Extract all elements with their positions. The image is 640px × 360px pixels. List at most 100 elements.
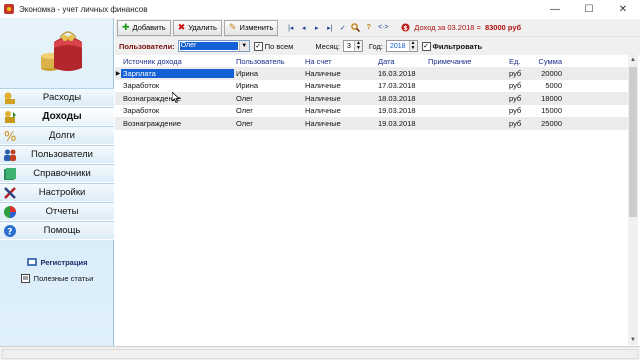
- help-icon: ?: [4, 225, 16, 238]
- year-spin-icon[interactable]: ▲ ▼: [408, 41, 417, 51]
- cell-sum[interactable]: 15000: [531, 106, 564, 115]
- add-button-label: Добавить: [132, 23, 166, 32]
- filter-checkbox[interactable]: ✓: [421, 41, 431, 51]
- magnifier-icon: [351, 23, 361, 32]
- sidebar-item-label: Помощь: [43, 225, 81, 236]
- column-header-unit[interactable]: Ед.: [507, 57, 531, 66]
- column-header-date[interactable]: Дата: [376, 57, 426, 66]
- cell-date[interactable]: 18.03.2018: [376, 94, 426, 103]
- sidebar-item-expenses[interactable]: Расходы: [0, 88, 114, 107]
- maximize-button[interactable]: ☐: [572, 0, 606, 18]
- cell-source[interactable]: Заработок: [121, 81, 234, 90]
- search-icon[interactable]: [349, 20, 362, 36]
- minimize-button[interactable]: —: [538, 0, 572, 18]
- articles-icon: [20, 273, 30, 283]
- table-row[interactable]: ▶ Зарплата Ирина Наличные 16.03.2018 руб…: [115, 67, 628, 80]
- column-header-account[interactable]: На счет: [303, 57, 376, 66]
- edit-button[interactable]: ✎ Изменить: [223, 19, 279, 36]
- scrollbar-thumb[interactable]: [629, 67, 637, 217]
- users-select[interactable]: Олег ▼: [177, 40, 250, 52]
- cell-user[interactable]: Ирина: [234, 81, 303, 90]
- month-label: Месяц:: [315, 41, 341, 51]
- month-spin-icon[interactable]: ▲ ▼: [353, 41, 362, 51]
- code-icon[interactable]: <·>: [375, 20, 391, 36]
- table-row[interactable]: Вознаграждение Олег Наличные 18.03.2018 …: [115, 92, 628, 105]
- plus-icon: ✚: [122, 22, 130, 32]
- cell-unit[interactable]: руб: [507, 106, 531, 115]
- month-stepper[interactable]: 3 ▲ ▼: [343, 40, 363, 52]
- cell-date[interactable]: 19.03.2018: [376, 106, 426, 115]
- debts-icon: %: [4, 130, 16, 143]
- scroll-down-icon[interactable]: ▼: [628, 335, 638, 345]
- users-select-value: Олег: [179, 42, 238, 50]
- sidebar-item-directories[interactable]: Справочники: [0, 164, 114, 183]
- cell-sum[interactable]: 20000: [531, 69, 564, 78]
- cell-user[interactable]: Олег: [234, 119, 303, 128]
- cell-user[interactable]: Ирина: [234, 69, 303, 78]
- cell-unit[interactable]: руб: [507, 81, 531, 90]
- logo-area: [0, 18, 113, 88]
- cell-sum[interactable]: 5000: [531, 81, 564, 90]
- sidebar-item-label: Настройки: [38, 187, 86, 198]
- cell-source[interactable]: Вознаграждение: [121, 119, 234, 128]
- sidebar-item-label: Доходы: [42, 111, 82, 122]
- sidebar: Расходы Доходы % Долги Пользователи Спра…: [0, 18, 114, 346]
- sidebar-item-help[interactable]: ? Помощь: [0, 221, 114, 240]
- table-header: Источник дохода Пользователь На счет Дат…: [115, 55, 628, 67]
- table-row[interactable]: Заработок Олег Наличные 19.03.2018 руб 1…: [115, 105, 628, 118]
- income-total: $ Доход за 03.2018 = 83000 руб: [401, 23, 521, 32]
- cell-source[interactable]: Зарплата: [121, 68, 234, 78]
- column-header-source[interactable]: Источник дохода: [121, 57, 234, 66]
- nav-next-icon[interactable]: ▸: [310, 20, 323, 36]
- sidebar-item-label: Пользователи: [30, 149, 93, 160]
- cell-date[interactable]: 19.03.2018: [376, 119, 426, 128]
- sidebar-item-income[interactable]: Доходы: [0, 107, 114, 126]
- cell-account[interactable]: Наличные: [303, 94, 376, 103]
- nav-prev-icon[interactable]: ◂: [297, 20, 310, 36]
- cell-account[interactable]: Наличные: [303, 106, 376, 115]
- sidebar-item-label: Справочники: [33, 168, 91, 179]
- column-header-sum[interactable]: Сумма: [531, 57, 564, 66]
- cell-account[interactable]: Наличные: [303, 81, 376, 90]
- registration-link[interactable]: Регистрация: [0, 254, 114, 270]
- help-question-icon[interactable]: ?: [362, 20, 375, 36]
- vertical-scrollbar[interactable]: ▲ ▼: [628, 55, 638, 345]
- cell-user[interactable]: Олег: [234, 106, 303, 115]
- cell-source[interactable]: Заработок: [121, 106, 234, 115]
- all-users-checkbox[interactable]: ✓: [253, 41, 263, 51]
- useful-articles-label: Полезные статьи: [33, 273, 94, 283]
- month-value: 3: [347, 42, 351, 50]
- scroll-up-icon[interactable]: ▲: [628, 55, 638, 65]
- close-button[interactable]: ✕: [606, 0, 640, 18]
- cell-sum[interactable]: 18000: [531, 94, 564, 103]
- cell-unit[interactable]: руб: [507, 69, 531, 78]
- year-stepper[interactable]: 2018 ▲ ▼: [385, 40, 418, 52]
- table-row[interactable]: Вознаграждение Олег Наличные 19.03.2018 …: [115, 117, 628, 130]
- nav-last-icon[interactable]: ▸|: [323, 20, 336, 36]
- nav-first-icon[interactable]: |◂: [284, 20, 297, 36]
- column-header-user[interactable]: Пользователь: [234, 57, 303, 66]
- chevron-down-icon[interactable]: ▼: [238, 41, 249, 51]
- sidebar-item-users[interactable]: Пользователи: [0, 145, 114, 164]
- app-window: Экономка - учет личных финансов — ☐ ✕ Ра…: [0, 0, 640, 360]
- add-button[interactable]: ✚ Добавить: [117, 19, 171, 36]
- cell-unit[interactable]: руб: [507, 94, 531, 103]
- cell-date[interactable]: 16.03.2018: [376, 69, 426, 78]
- sidebar-item-reports[interactable]: Отчеты: [0, 202, 114, 221]
- useful-articles-link[interactable]: Полезные статьи: [0, 270, 114, 286]
- table-row[interactable]: Заработок Ирина Наличные 17.03.2018 руб …: [115, 80, 628, 93]
- column-header-note[interactable]: Примечание: [426, 57, 507, 66]
- cell-user[interactable]: Олег: [234, 94, 303, 103]
- cell-sum[interactable]: 25000: [531, 119, 564, 128]
- sidebar-item-debts[interactable]: % Долги: [0, 126, 114, 145]
- sidebar-item-settings[interactable]: Настройки: [0, 183, 114, 202]
- delete-button[interactable]: ✖ Удалить: [172, 19, 222, 36]
- cell-unit[interactable]: руб: [507, 119, 531, 128]
- cell-date[interactable]: 17.03.2018: [376, 81, 426, 90]
- cell-account[interactable]: Наличные: [303, 119, 376, 128]
- pencil-icon: ✎: [228, 22, 237, 32]
- cell-account[interactable]: Наличные: [303, 69, 376, 78]
- sidebar-extras: Регистрация Полезные статьи: [0, 254, 114, 286]
- registration-label: Регистрация: [40, 257, 88, 267]
- check-icon[interactable]: ✓: [336, 20, 349, 36]
